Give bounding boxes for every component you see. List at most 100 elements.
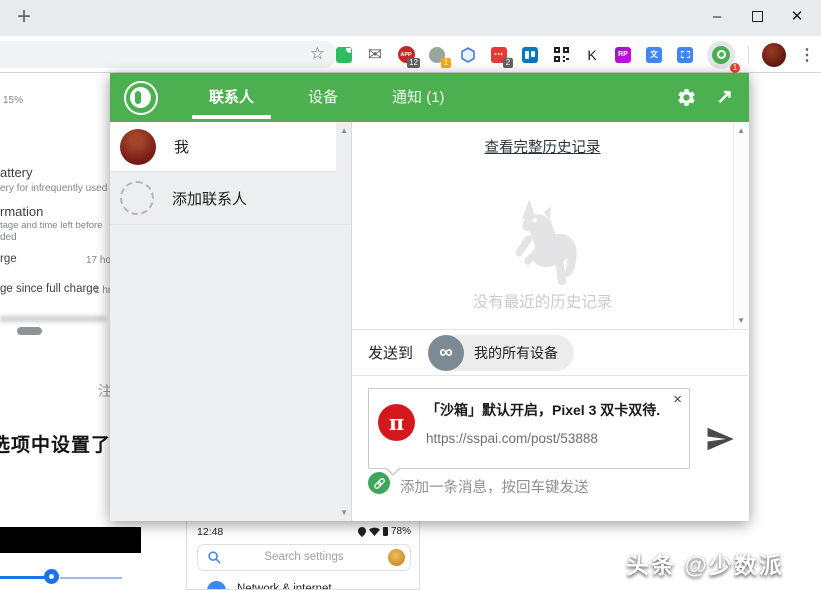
- send-target-pill[interactable]: ∞ 我的所有设备: [428, 335, 574, 371]
- history-area: 查看完整历史记录: [352, 122, 748, 330]
- minimize-button[interactable]: –: [697, 1, 737, 31]
- slider-thumb: [44, 569, 59, 584]
- sspai-logo-icon: π: [378, 404, 415, 441]
- letter-k-icon: K: [587, 47, 596, 63]
- popup-body: 我 添加联系人 ▲ ▼ 查看完整历史记录: [110, 122, 749, 521]
- battery-pct-fragment: 15%: [3, 95, 23, 106]
- all-devices-icon: ∞: [428, 335, 464, 371]
- evernote-icon: [336, 47, 352, 63]
- close-button[interactable]: ✕: [777, 1, 817, 31]
- pushbullet-extension-icon[interactable]: 1: [707, 41, 735, 69]
- open-in-window-icon[interactable]: ↗: [716, 84, 733, 109]
- pushbullet-badge: 1: [730, 63, 740, 73]
- pushbullet-logo: [124, 81, 158, 115]
- battery-value-fragment: 1 hr,: [94, 285, 110, 296]
- gray-extension-icon[interactable]: 1: [428, 46, 446, 64]
- add-contact-row[interactable]: 添加联系人: [110, 172, 351, 225]
- pushbullet-popup: 联系人 设备 通知 (1) ↗ 我 添加联系人 ▲ ▼: [110, 73, 749, 521]
- background-brightness-slider: [0, 553, 141, 590]
- history-scrollbar[interactable]: ▲ ▼: [733, 122, 748, 329]
- battery-line-fragment: ded: [0, 232, 17, 243]
- rp-extension-icon[interactable]: RP: [614, 46, 632, 64]
- maximize-button[interactable]: [737, 1, 777, 31]
- watermark: 头条 @少数派: [626, 546, 784, 580]
- location-icon: [358, 527, 366, 537]
- tab-devices[interactable]: 设备: [281, 73, 365, 122]
- network-internet-label: Network & internet: [237, 583, 332, 590]
- mail-extension-icon[interactable]: ✉: [366, 46, 384, 64]
- battery-icon: [383, 527, 388, 536]
- red-dots-extension-icon[interactable]: ••• 2: [490, 46, 508, 64]
- compose-area: π 「沙箱」默认开启，Pixel 3 双卡双待. × https://sspai…: [352, 376, 748, 521]
- browser-titlebar: + – ✕: [0, 0, 821, 36]
- add-contact-label: 添加联系人: [172, 188, 247, 209]
- link-preview-title: 「沙箱」默认开启，Pixel 3 双卡双待.: [426, 400, 669, 420]
- browser-profile-avatar[interactable]: [762, 43, 786, 67]
- frame-icon: [677, 47, 693, 63]
- hexagon-icon: [460, 47, 476, 63]
- tab-notifications[interactable]: 通知 (1): [365, 73, 472, 122]
- conversation-panel: 查看完整历史记录: [352, 122, 748, 521]
- add-contact-dashed-icon: [120, 181, 154, 215]
- background-settings-screenshot: 12:48 78% Search settings Network & inte…: [186, 519, 420, 590]
- article-heading-fragment: 选项中设置了图标: [0, 430, 110, 457]
- bookmark-star-icon[interactable]: ☆: [310, 44, 325, 64]
- adblock-extension-icon[interactable]: APP 12: [397, 46, 415, 64]
- unicorn-illustration: [484, 190, 600, 300]
- note-text-fragment: 注: [98, 381, 110, 401]
- k-extension-icon[interactable]: K: [583, 46, 601, 64]
- profile-avatar: [388, 549, 405, 566]
- scroll-down-icon[interactable]: ▼: [737, 316, 745, 325]
- send-to-row: 发送到 ∞ 我的所有设备: [352, 330, 748, 376]
- slider-track-empty: [60, 577, 122, 579]
- network-internet-icon: [207, 581, 226, 590]
- trello-icon: [522, 47, 538, 63]
- scroll-up-icon[interactable]: ▲: [737, 126, 745, 135]
- contact-label: 我: [174, 136, 189, 157]
- extension-badge: 2: [503, 58, 513, 68]
- drag-handle-pill: [17, 327, 42, 335]
- search-placeholder: Search settings: [198, 551, 410, 563]
- slider-track-filled: [0, 576, 47, 579]
- battery-line-fragment: rge: [0, 253, 17, 265]
- link-preview-url: https://sspai.com/post/53888: [426, 431, 598, 446]
- contact-row-me[interactable]: 我: [110, 122, 336, 172]
- browser-menu-icon[interactable]: ⋮: [799, 45, 815, 65]
- translate-extension-icon[interactable]: 文: [645, 46, 663, 64]
- close-preview-icon[interactable]: ×: [673, 391, 682, 408]
- address-bar[interactable]: ☆: [0, 41, 337, 68]
- link-chip-icon: [368, 472, 390, 494]
- send-to-label: 发送到: [368, 342, 413, 363]
- wifi-icon: [369, 527, 380, 536]
- pushbullet-icon: [712, 46, 730, 64]
- hexagon-extension-icon[interactable]: [459, 46, 477, 64]
- battery-line-fragment: ery for infrequently used apps: [0, 183, 110, 194]
- send-target-label: 我的所有设备: [474, 343, 558, 363]
- battery-line-fragment: tage and time left before: [0, 220, 102, 231]
- battery-line-fragment: rmation: [0, 204, 43, 219]
- tab-contacts[interactable]: 联系人: [182, 73, 281, 122]
- full-history-link[interactable]: 查看完整历史记录: [352, 136, 733, 157]
- gear-icon[interactable]: [676, 87, 697, 108]
- popup-tabs: 联系人 设备 通知 (1): [182, 73, 472, 122]
- google-translate-icon: 文: [646, 47, 662, 63]
- background-phone-statusbar: [0, 527, 141, 553]
- extension-badge: 1: [441, 58, 451, 68]
- message-input-placeholder[interactable]: 添加一条消息，按回车键发送: [400, 476, 589, 497]
- status-icons: 78%: [358, 526, 411, 537]
- screenshot-extension-icon[interactable]: [676, 46, 694, 64]
- trello-extension-icon[interactable]: [521, 46, 539, 64]
- envelope-icon: ✉: [368, 45, 382, 65]
- send-icon[interactable]: [705, 424, 735, 454]
- new-tab-button[interactable]: +: [10, 4, 38, 32]
- background-battery-settings: 15% attery ery for infrequently used app…: [0, 73, 110, 520]
- scroll-down-icon[interactable]: ▼: [340, 508, 348, 517]
- contact-avatar: [120, 129, 156, 165]
- maximize-icon: [752, 11, 763, 22]
- qr-extension-icon[interactable]: [552, 46, 570, 64]
- chain-link-icon: [372, 476, 387, 491]
- search-settings-bar: Search settings: [197, 544, 411, 571]
- evernote-extension-icon[interactable]: [335, 46, 353, 64]
- scroll-up-icon[interactable]: ▲: [340, 126, 348, 135]
- blurred-text-line: [0, 316, 106, 322]
